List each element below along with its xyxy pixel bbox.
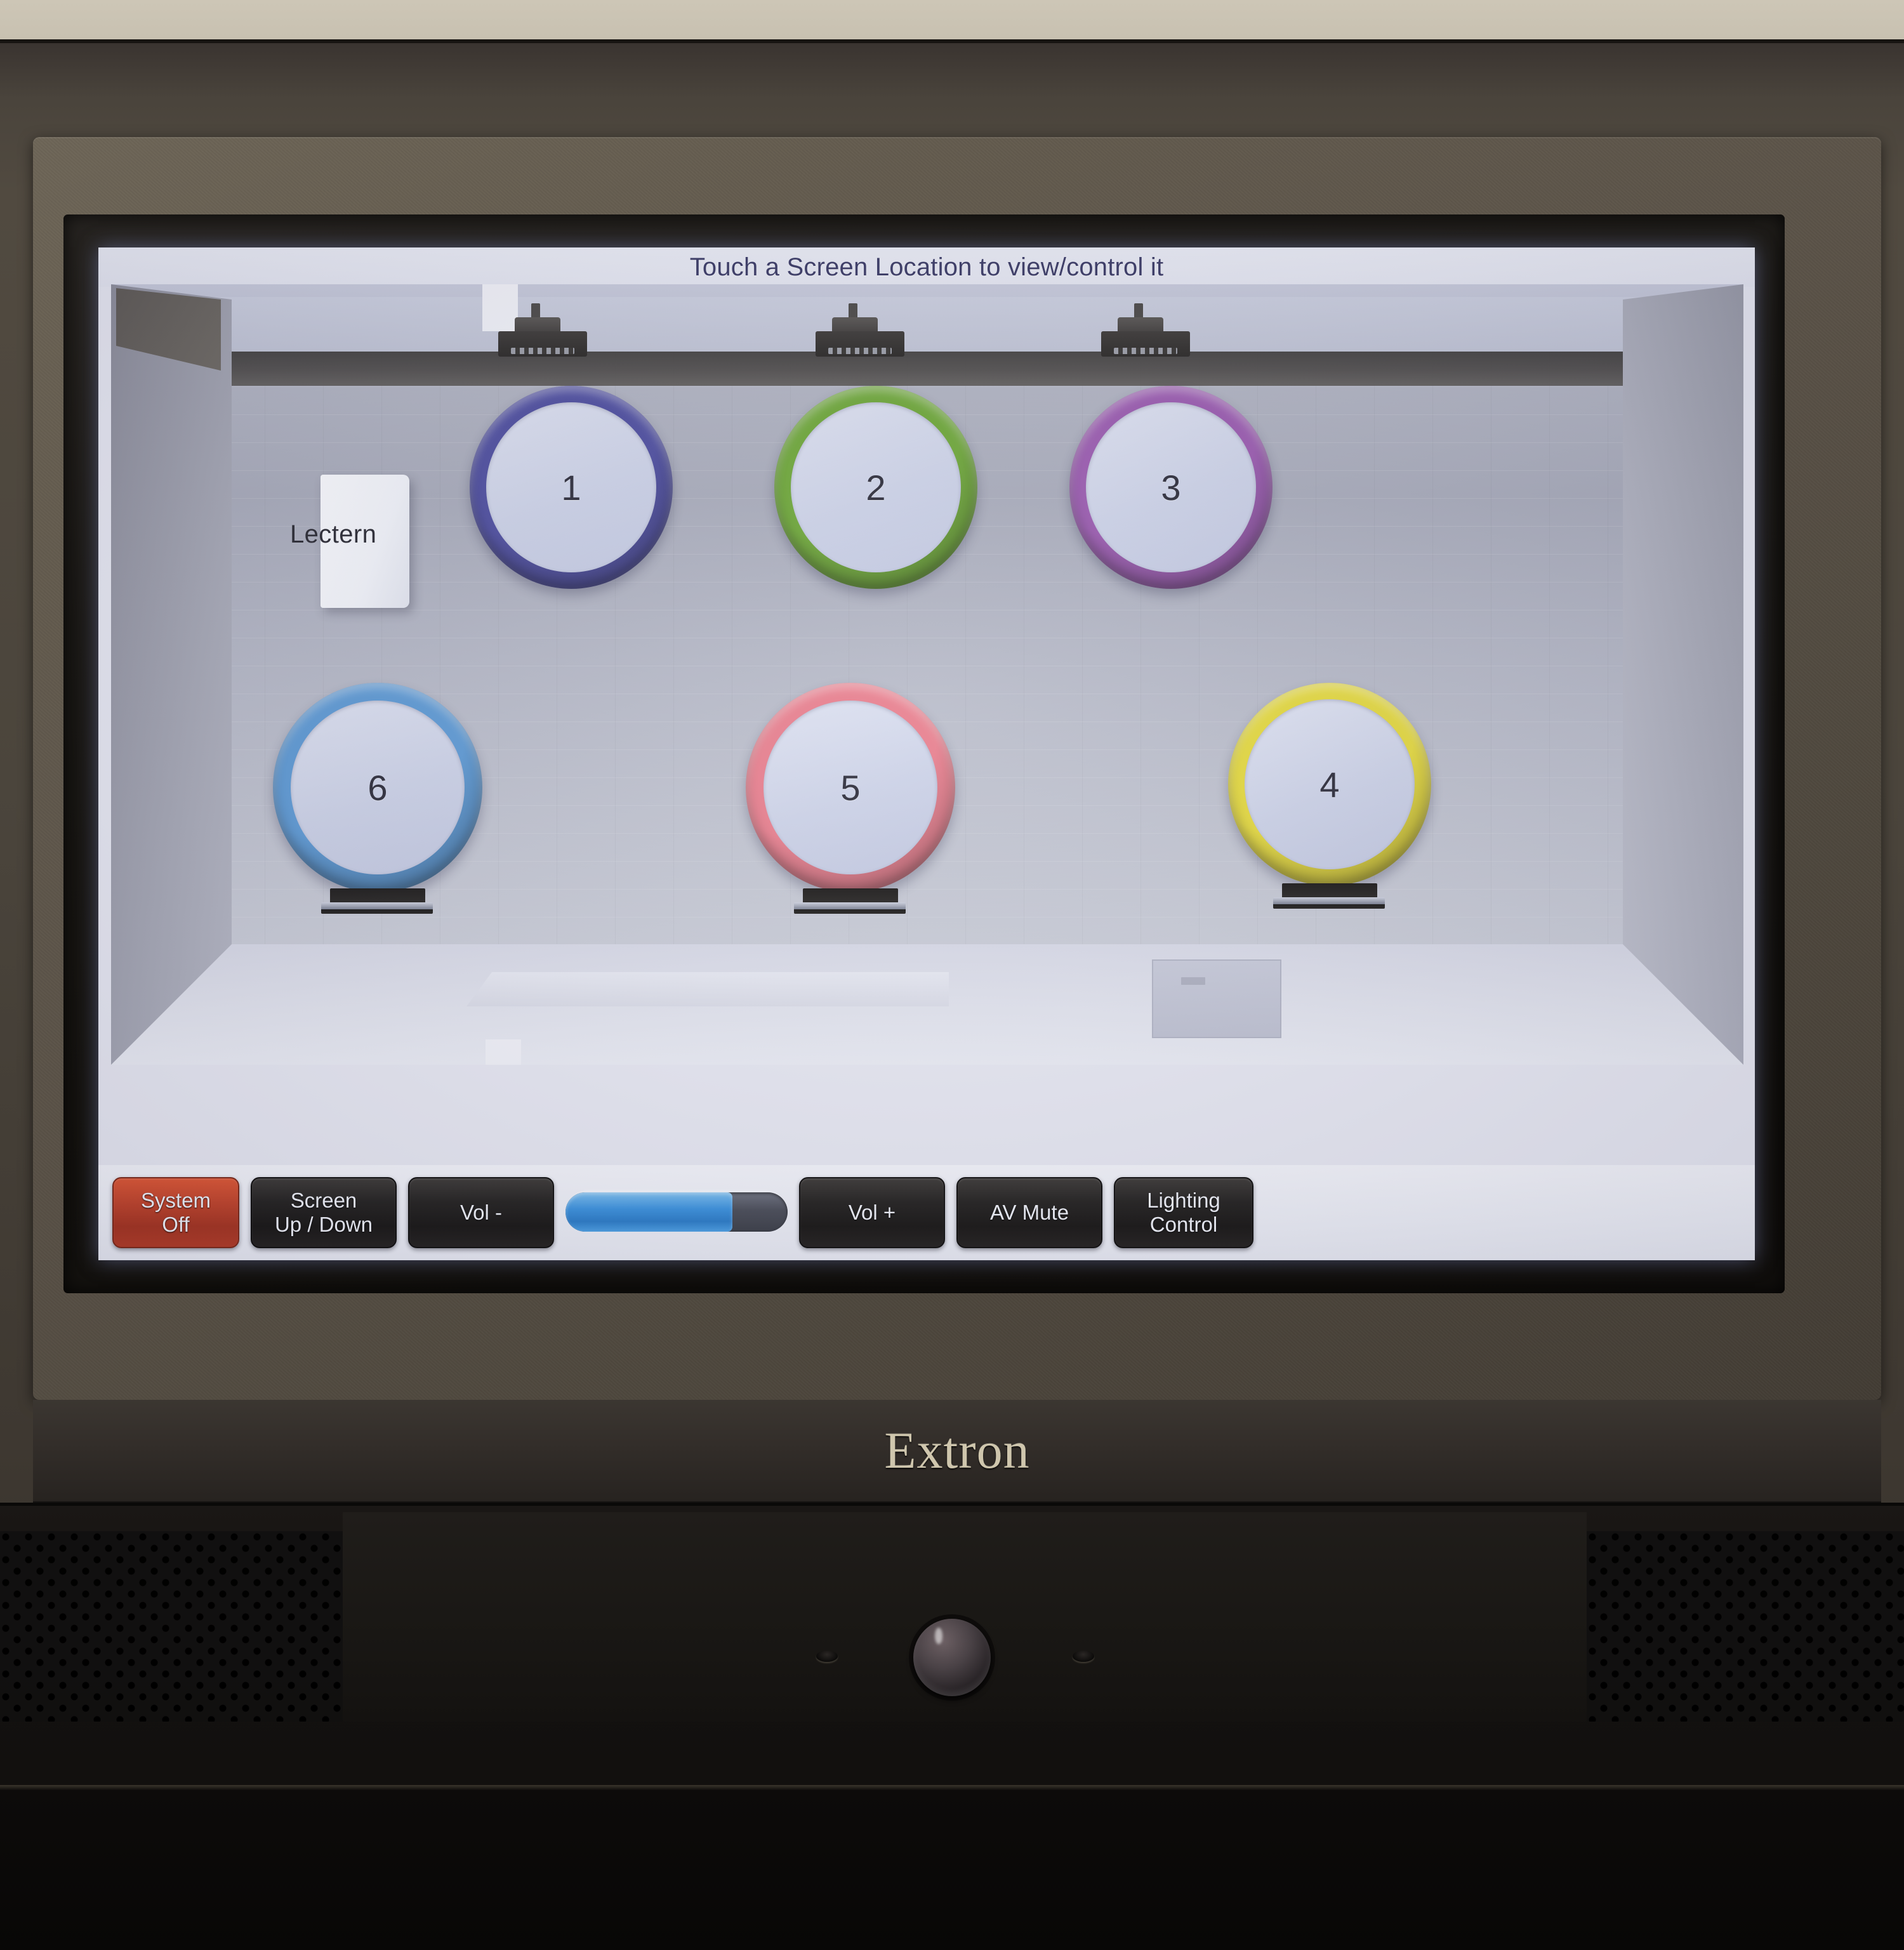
room-soffit [206,297,1647,352]
screen-location-face: 1 [486,402,656,572]
screen-stand-base [1273,897,1385,909]
page-title: Touch a Screen Location to view/control … [689,253,1164,281]
room-floor-step [466,972,949,1006]
screen-button-label-line2: Up / Down [274,1213,373,1236]
projector-lens [511,348,574,354]
system-off-button[interactable]: System Off [112,1177,239,1248]
power-knob[interactable] [913,1619,991,1696]
speaker-grille-left [0,1531,343,1722]
ceiling-projector-3 [1101,303,1190,366]
device-brand-bar: Extron [33,1400,1881,1504]
room-wall-post-bottom [486,1039,521,1065]
screen-location-number: 5 [840,767,861,808]
system-off-label-line2: Off [162,1213,190,1236]
volume-up-label: Vol + [848,1200,896,1224]
room-soffit-shadow [206,352,1647,386]
room-floor-table [1152,959,1281,1038]
lectern-label: Lectern [290,520,377,548]
volume-up-button[interactable]: Vol + [799,1177,945,1248]
screen-stand-4 [1273,883,1385,909]
screen-stand-base [794,902,906,914]
speaker-grille-right [1587,1531,1904,1722]
screen-location-number: 4 [1319,764,1340,805]
projector-lens [1114,348,1177,354]
touch-screen[interactable]: Touch a Screen Location to view/control … [98,247,1755,1260]
chassis-base-lip [0,1785,1904,1790]
volume-slider-fill [565,1192,732,1232]
room-right-wall [1623,284,1743,1065]
screen-location-button-4[interactable]: 4 [1228,683,1431,886]
system-off-label-line1: System [140,1188,211,1212]
screen-stand-base [321,902,433,914]
chassis-base-shadow [0,1790,1904,1950]
projector-lens [828,348,892,354]
screen-location-face: 4 [1245,699,1415,869]
screen-button-label-line1: Screen [290,1188,357,1212]
screen-up-down-button[interactable]: Screen Up / Down [251,1177,397,1248]
room-left-wall [111,284,232,1065]
av-mute-label: AV Mute [989,1200,1069,1224]
volume-slider[interactable] [565,1190,788,1235]
room-floor-table-detail [1181,977,1205,985]
status-led-right [1073,1650,1094,1662]
screen-header-bar: Touch a Screen Location to view/control … [98,247,1755,287]
screen-location-button-1[interactable]: 1 [470,386,673,589]
lighting-control-button[interactable]: Lighting Control [1114,1177,1253,1248]
screen-location-button-2[interactable]: 2 [774,386,977,589]
lighting-label-line2: Control [1149,1213,1218,1236]
control-bar: System Off Screen Up / Down Vol - Vol + … [98,1165,1755,1260]
screen-location-number: 2 [866,467,886,508]
screen-stand-6 [321,888,433,914]
room-diagram[interactable]: Lectern 1 2 3 6 5 4 [111,284,1743,1065]
av-mute-button[interactable]: AV Mute [956,1177,1102,1248]
screen-location-button-6[interactable]: 6 [273,683,482,892]
device-lower-chassis [0,1503,1904,1950]
ceiling-projector-1 [498,303,587,366]
screen-location-face: 3 [1086,402,1256,572]
ceiling-projector-2 [816,303,904,366]
screen-location-face: 5 [764,701,937,874]
volume-down-button[interactable]: Vol - [408,1177,554,1248]
screen-location-number: 1 [561,467,581,508]
status-led-left [816,1650,838,1662]
screen-location-face: 2 [791,402,961,572]
screen-location-button-5[interactable]: 5 [746,683,955,892]
extron-logo: Extron [884,1421,1030,1479]
screen-location-button-3[interactable]: 3 [1069,386,1273,589]
screen-location-number: 6 [367,767,388,808]
extron-touchpanel-device: Touch a Screen Location to view/control … [0,39,1904,1950]
screen-location-face: 6 [291,701,465,874]
screen-location-number: 3 [1161,467,1181,508]
lighting-label-line1: Lighting [1147,1188,1220,1212]
volume-down-label: Vol - [459,1200,503,1224]
screen-stand-5 [794,888,906,914]
